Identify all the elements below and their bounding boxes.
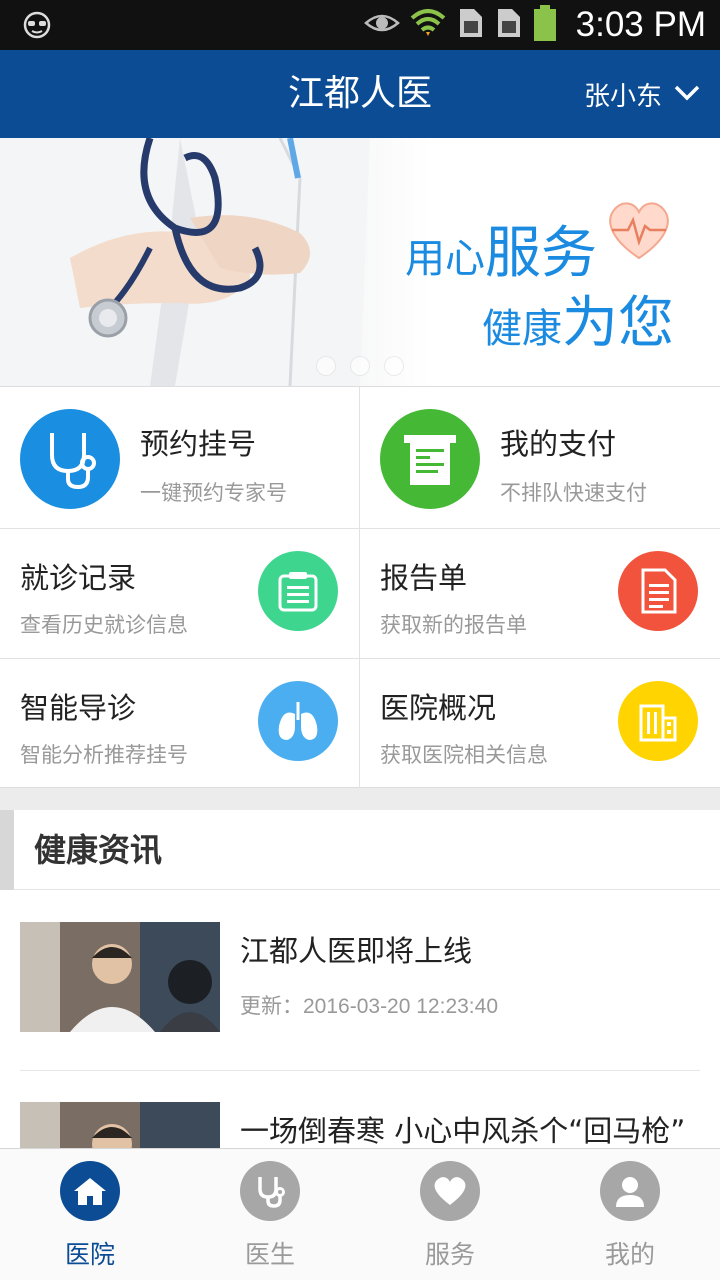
stethoscope-icon [240, 1161, 300, 1221]
person-icon [600, 1161, 660, 1221]
tab-label: 医生 [244, 1240, 295, 1269]
incognito-icon [22, 11, 52, 39]
user-menu-button[interactable]: 张小东 [584, 50, 700, 138]
news-header: 健康资讯 [0, 810, 720, 890]
news-section-title: 健康资讯 [34, 831, 163, 869]
news-title: 江都人医即将上线 [240, 934, 473, 968]
tab-service[interactable]: 服务 [360, 1149, 540, 1280]
news-item[interactable]: 江都人医即将上线 更新：2016-03-20 12:23:40 [20, 922, 700, 1072]
status-bar: 3:03 PM [0, 0, 720, 50]
payment-title: 我的支付 [500, 427, 617, 461]
eye-icon [363, 11, 400, 39]
chevron-down-icon [674, 79, 700, 109]
tab-mine[interactable]: 我的 [540, 1149, 720, 1280]
receipt-icon [380, 409, 480, 509]
report-title: 报告单 [380, 561, 468, 595]
doctor-illustration [0, 138, 370, 386]
report-subtitle: 获取新的报告单 [380, 613, 527, 637]
tab-doctor[interactable]: 医生 [180, 1149, 360, 1280]
banner-slogan-1: 用心服务 [405, 221, 597, 286]
user-name: 张小东 [583, 81, 662, 112]
news-title: 一场倒春寒 小心中风杀个“回马枪” [240, 1114, 686, 1148]
bottom-tab-bar: 医院 医生 服务 我的 [0, 1148, 720, 1280]
hospital-overview-card[interactable]: 医院概况 获取医院相关信息 [360, 659, 720, 789]
banner-pagination [316, 356, 404, 376]
report-icon [618, 551, 698, 631]
heart-pulse-icon [609, 202, 669, 260]
tab-label: 服务 [424, 1240, 475, 1269]
health-news-section: 健康资讯 江都人医即将上线 更新：2016-03-20 12:23:40 一场倒… [0, 810, 720, 1150]
app-header: 江都人医 张小东 [0, 50, 720, 138]
payment-card[interactable]: 我的支付 不排队快速支付 [360, 387, 720, 529]
section-accent-bar [0, 810, 14, 890]
stethoscope-icon [20, 409, 120, 509]
banner-slogan-2: 健康为您 [482, 291, 674, 356]
hospital-icon [618, 681, 698, 761]
section-divider [0, 788, 720, 810]
smart-triage-subtitle: 智能分析推荐挂号 [20, 743, 188, 767]
smart-triage-card[interactable]: 智能导诊 智能分析推荐挂号 [0, 659, 360, 789]
report-card[interactable]: 报告单 获取新的报告单 [360, 529, 720, 659]
sim1-icon [456, 7, 484, 43]
appointment-card[interactable]: 预约挂号 一键预约专家号 [0, 387, 360, 529]
visit-records-card[interactable]: 就诊记录 查看历史就诊信息 [0, 529, 360, 659]
banner-dot[interactable] [350, 356, 370, 376]
news-thumbnail [20, 1102, 220, 1150]
payment-subtitle: 不排队快速支付 [500, 481, 647, 505]
tab-hospital[interactable]: 医院 [0, 1149, 180, 1280]
news-thumbnail [20, 922, 220, 1032]
news-update-time: 更新：2016-03-20 12:23:40 [240, 995, 498, 1018]
sim2-icon [494, 7, 522, 43]
visit-records-subtitle: 查看历史就诊信息 [20, 613, 188, 637]
heart-icon [420, 1161, 480, 1221]
banner-dot[interactable] [316, 356, 336, 376]
appointment-title: 预约挂号 [140, 427, 257, 461]
hospital-overview-title: 医院概况 [380, 691, 497, 725]
banner-dot[interactable] [384, 356, 404, 376]
battery-icon [532, 5, 558, 45]
tab-label: 我的 [604, 1240, 655, 1269]
wifi-icon [410, 6, 446, 44]
news-divider [20, 1070, 700, 1071]
promo-banner[interactable]: 用心服务 健康为您 [0, 138, 720, 386]
news-item[interactable]: 一场倒春寒 小心中风杀个“回马枪” [20, 1102, 700, 1150]
visit-records-title: 就诊记录 [20, 561, 137, 595]
hospital-overview-subtitle: 获取医院相关信息 [380, 743, 548, 767]
status-time: 3:03 PM [575, 5, 706, 44]
feature-grid: 预约挂号 一键预约专家号 我的支付 不排队快速支付 就诊记录 查看历史就诊信息 … [0, 386, 720, 789]
appointment-subtitle: 一键预约专家号 [140, 481, 287, 505]
home-icon [60, 1161, 120, 1221]
smart-triage-title: 智能导诊 [20, 691, 137, 725]
lungs-icon [258, 681, 338, 761]
tab-label: 医院 [64, 1240, 115, 1269]
record-icon [258, 551, 338, 631]
